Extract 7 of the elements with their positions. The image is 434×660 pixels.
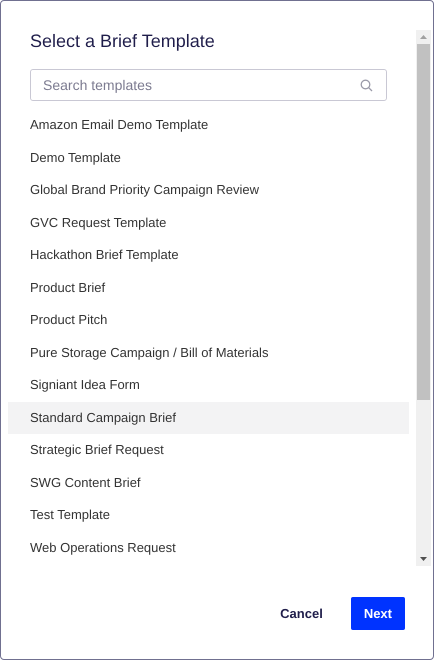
search-icon xyxy=(360,79,373,92)
scrollbar[interactable] xyxy=(416,30,431,566)
template-item[interactable]: Standard Campaign Brief xyxy=(8,402,409,434)
cancel-button[interactable]: Cancel xyxy=(270,598,333,629)
search-field[interactable]: Search templates xyxy=(30,69,387,101)
dialog-title: Select a Brief Template xyxy=(30,31,216,52)
next-button[interactable]: Next xyxy=(350,597,405,630)
